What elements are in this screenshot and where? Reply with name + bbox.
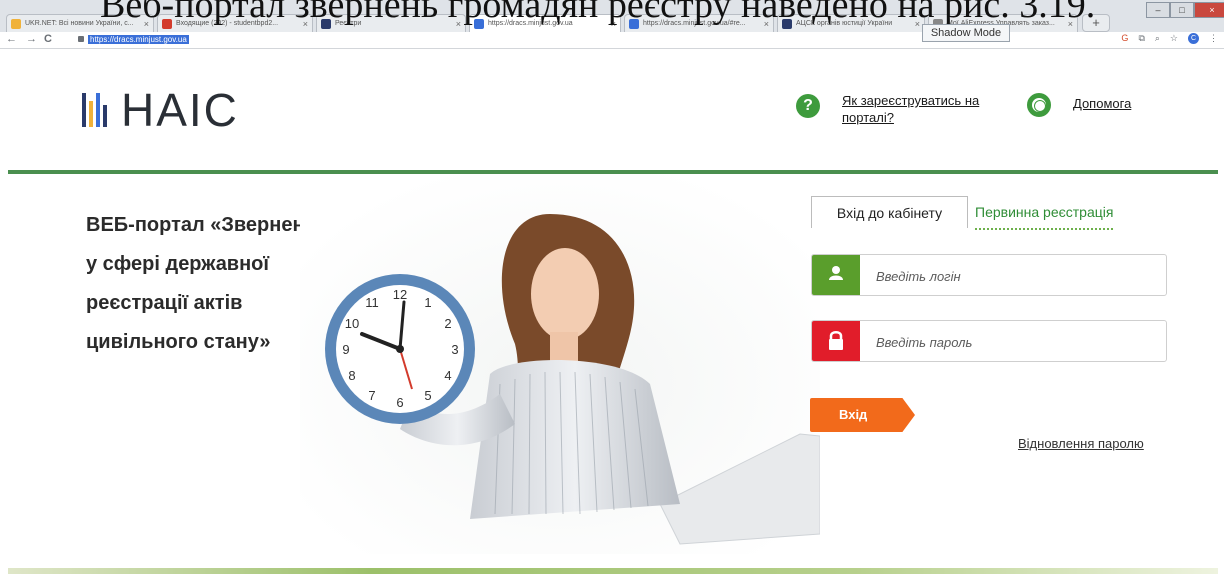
register-help: ? Як зареєструватись на порталі? xyxy=(796,92,992,126)
translate-icon[interactable]: ⧉ xyxy=(1138,33,1144,44)
lock-icon xyxy=(812,321,860,361)
svg-text:10: 10 xyxy=(345,316,359,331)
svg-text:8: 8 xyxy=(348,368,355,383)
svg-text:11: 11 xyxy=(365,295,379,310)
window-controls: – □ × xyxy=(1146,2,1224,18)
menu-icon[interactable]: ⋮ xyxy=(1209,33,1218,44)
forgot-password-link[interactable]: Відновлення паролю xyxy=(1018,436,1144,451)
url-field[interactable]: https://dracs.minjust.gov.ua xyxy=(78,34,1178,46)
register-help-link[interactable]: Як зареєструватись на порталі? xyxy=(842,92,992,126)
document-caption: Веб-портал звернень громадян реєстру нав… xyxy=(100,0,1096,26)
logo-text: НАІС xyxy=(121,84,239,136)
login-input[interactable] xyxy=(874,265,1148,287)
minimize-icon[interactable]: – xyxy=(1146,2,1170,18)
back-arrow-icon[interactable]: ← xyxy=(6,33,17,45)
svg-text:12: 12 xyxy=(393,287,407,302)
svg-text:4: 4 xyxy=(444,368,451,383)
zoom-icon[interactable]: ⌕ xyxy=(1155,33,1160,44)
forward-arrow-icon[interactable]: → xyxy=(26,33,37,45)
site-logo[interactable]: НАІС xyxy=(82,86,239,134)
lifebuoy-icon xyxy=(1027,93,1051,117)
footer-divider xyxy=(8,568,1218,574)
login-field xyxy=(811,254,1167,296)
lock-icon xyxy=(78,36,84,42)
svg-text:7: 7 xyxy=(368,388,375,403)
maximize-icon[interactable]: □ xyxy=(1170,2,1194,18)
help-link[interactable]: Допомога xyxy=(1073,96,1131,111)
password-field xyxy=(811,320,1167,362)
svg-text:6: 6 xyxy=(396,395,403,410)
password-input[interactable] xyxy=(874,331,1148,353)
tab-favicon-icon xyxy=(11,19,21,29)
browser-toolbar-icons: G ⧉ ⌕ ☆ C ⋮ xyxy=(1121,33,1218,44)
svg-text:2: 2 xyxy=(444,316,451,331)
window-close-icon[interactable]: × xyxy=(1194,2,1224,18)
user-icon xyxy=(812,255,860,295)
svg-text:9: 9 xyxy=(342,342,349,357)
shadow-mode-tooltip: Shadow Mode xyxy=(922,24,1010,42)
svg-text:5: 5 xyxy=(424,388,431,403)
svg-text:3: 3 xyxy=(451,342,458,357)
tab-register[interactable]: Первинна реєстрація xyxy=(975,196,1114,230)
svg-text:1: 1 xyxy=(424,295,431,310)
address-bar: ← → C https://dracs.minjust.gov.ua G ⧉ ⌕… xyxy=(0,32,1224,49)
hero-illustration: 1212 345 678 91011 xyxy=(300,174,820,554)
url-text: https://dracs.minjust.gov.ua xyxy=(88,35,189,44)
tab-login[interactable]: Вхід до кабінету xyxy=(811,196,968,228)
reload-icon[interactable]: C xyxy=(44,33,52,45)
logo-bars-icon xyxy=(82,93,107,127)
profile-avatar[interactable]: C xyxy=(1188,33,1199,44)
extension-icon[interactable]: G xyxy=(1121,33,1128,44)
bookmark-star-icon[interactable]: ☆ xyxy=(1170,33,1178,44)
login-button[interactable]: Вхід xyxy=(810,398,915,432)
question-icon: ? xyxy=(796,94,820,118)
